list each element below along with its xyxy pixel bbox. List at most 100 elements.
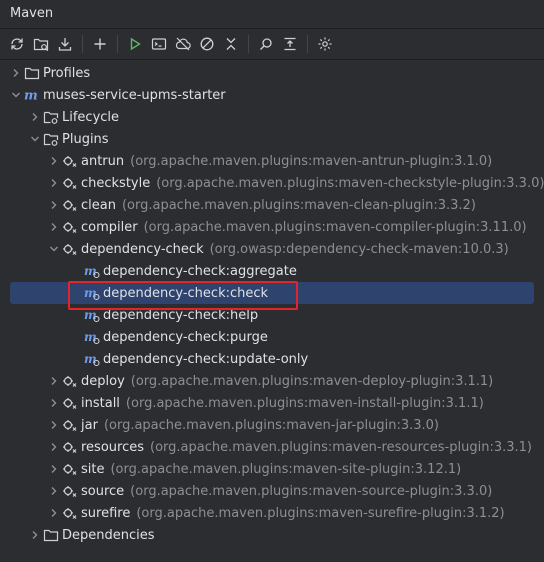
chevron-right-icon[interactable] [8,65,24,81]
tree-node-plugins[interactable]: Plugins [0,128,544,150]
maven-goal-icon: m [84,285,100,301]
plugin-node[interactable]: clean (org.apache.maven.plugins:maven-cl… [0,194,544,216]
plugin-name: source [81,483,125,499]
chevron-right-icon[interactable] [46,373,62,389]
plugin-gear-icon [62,219,78,235]
folder-icon [24,65,40,81]
goal-label: dependency-check:help [103,307,259,323]
plugin-gear-icon [62,373,78,389]
plugin-node[interactable]: surefire (org.apache.maven.plugins:maven… [0,502,544,524]
chevron-right-icon[interactable] [27,527,43,543]
tree-node-lifecycle[interactable]: Lifecycle [0,106,544,128]
plugin-coordinates: (org.apache.maven.plugins:maven-surefire… [136,505,505,521]
plugin-gear-icon [62,241,78,257]
plugin-name: clean [81,197,116,213]
goal-node[interactable]: m dependency-check:update-only [0,348,544,370]
tree-node-label: Lifecycle [62,109,120,125]
plugin-node[interactable]: jar (org.apache.maven.plugins:maven-jar-… [0,414,544,436]
chevron-right-icon[interactable] [46,197,62,213]
chevron-right-icon[interactable] [46,417,62,433]
settings-icon[interactable] [314,33,336,55]
chevron-down-icon[interactable] [27,131,43,147]
tree-node-dependencies[interactable]: Dependencies [0,524,544,546]
run-icon[interactable] [124,33,146,55]
download-icon[interactable] [54,33,76,55]
svg-text:m: m [24,89,38,104]
reload-icon[interactable] [6,33,28,55]
goal-node[interactable]: m dependency-check:purge [0,326,544,348]
maven-project-tree: Profiles m muses-service-upms-starter Li… [0,62,544,546]
maven-goal-icon: m [84,351,100,367]
skip-tests-icon[interactable] [196,33,218,55]
chevron-right-icon[interactable] [46,219,62,235]
plugin-coordinates: (org.apache.maven.plugins:maven-clean-pl… [121,197,476,213]
plugin-node[interactable]: resources (org.apache.maven.plugins:mave… [0,436,544,458]
tree-node-label: Plugins [62,131,109,147]
plugin-coordinates: (org.apache.maven.plugins:maven-resource… [150,439,532,455]
collapse-icon[interactable] [220,33,242,55]
chevron-right-icon[interactable] [46,483,62,499]
plugin-name: antrun [81,153,125,169]
chevron-right-icon[interactable] [46,153,62,169]
chevron-down-icon[interactable] [8,87,24,103]
plugin-node[interactable]: antrun (org.apache.maven.plugins:maven-a… [0,150,544,172]
plugin-gear-icon [62,461,78,477]
plugin-gear-icon [62,483,78,499]
plugin-node[interactable]: install (org.apache.maven.plugins:maven-… [0,392,544,414]
plugin-node[interactable]: site (org.apache.maven.plugins:maven-sit… [0,458,544,480]
plugin-name: jar [81,417,98,433]
plugin-gear-icon [62,417,78,433]
plugin-coordinates: (org.apache.maven.plugins:maven-deploy-p… [130,373,494,389]
plugin-name: resources [81,439,145,455]
plugin-name: surefire [81,505,131,521]
plugin-node[interactable]: checkstyle (org.apache.maven.plugins:mav… [0,172,544,194]
maven-toolbar [0,29,544,60]
plugin-node[interactable]: deploy (org.apache.maven.plugins:maven-d… [0,370,544,392]
plugin-gear-icon [62,439,78,455]
chevron-down-icon[interactable] [46,241,62,257]
plugin-name: dependency-check [81,241,204,257]
chevron-right-icon[interactable] [46,461,62,477]
generate-sources-icon[interactable] [30,33,52,55]
tree-node-profiles[interactable]: Profiles [0,62,544,84]
analyze-icon[interactable] [255,33,277,55]
plugin-node-dependency-check[interactable]: dependency-check (org.owasp:dependency-c… [0,238,544,260]
add-icon[interactable] [89,33,111,55]
plugin-node[interactable]: compiler (org.apache.maven.plugins:maven… [0,216,544,238]
chevron-right-icon[interactable] [46,175,62,191]
plugin-coordinates: (org.apache.maven.plugins:maven-compiler… [143,219,527,235]
tree-node-project[interactable]: m muses-service-upms-starter [0,84,544,106]
maven-goal-icon: m [84,263,100,279]
maven-goal-icon: m [84,329,100,345]
plugin-coordinates: (org.apache.maven.plugins:maven-jar-plug… [103,417,439,433]
plugin-gear-icon [62,505,78,521]
plugin-gear-icon [62,153,78,169]
svg-text:m: m [84,308,97,322]
svg-text:m: m [84,330,97,344]
goal-node-selected[interactable]: m dependency-check:check [10,282,534,304]
plugin-name: install [81,395,120,411]
maven-goal-icon: m [84,307,100,323]
svg-text:m: m [84,352,97,366]
plugin-name: site [81,461,105,477]
execute-goal-icon[interactable] [148,33,170,55]
chevron-right-icon[interactable] [27,109,43,125]
folder-icon [43,527,59,543]
chevron-right-icon[interactable] [46,439,62,455]
tree-node-label: muses-service-upms-starter [43,87,226,103]
plugin-name: deploy [81,373,125,389]
expand-all-icon[interactable] [279,33,301,55]
chevron-right-icon[interactable] [46,505,62,521]
tool-window-title: Maven [0,0,544,29]
tree-node-label: Profiles [43,65,91,81]
plugin-gear-icon [62,395,78,411]
goal-label: dependency-check:aggregate [103,263,297,279]
goal-node[interactable]: m dependency-check:aggregate [0,260,544,282]
svg-text:m: m [84,286,97,300]
chevron-right-icon[interactable] [46,395,62,411]
plugin-node[interactable]: source (org.apache.maven.plugins:maven-s… [0,480,544,502]
goal-node[interactable]: m dependency-check:help [0,304,544,326]
tree-node-label: Dependencies [62,527,155,543]
maven-icon: m [24,87,40,104]
offline-icon[interactable] [172,33,194,55]
